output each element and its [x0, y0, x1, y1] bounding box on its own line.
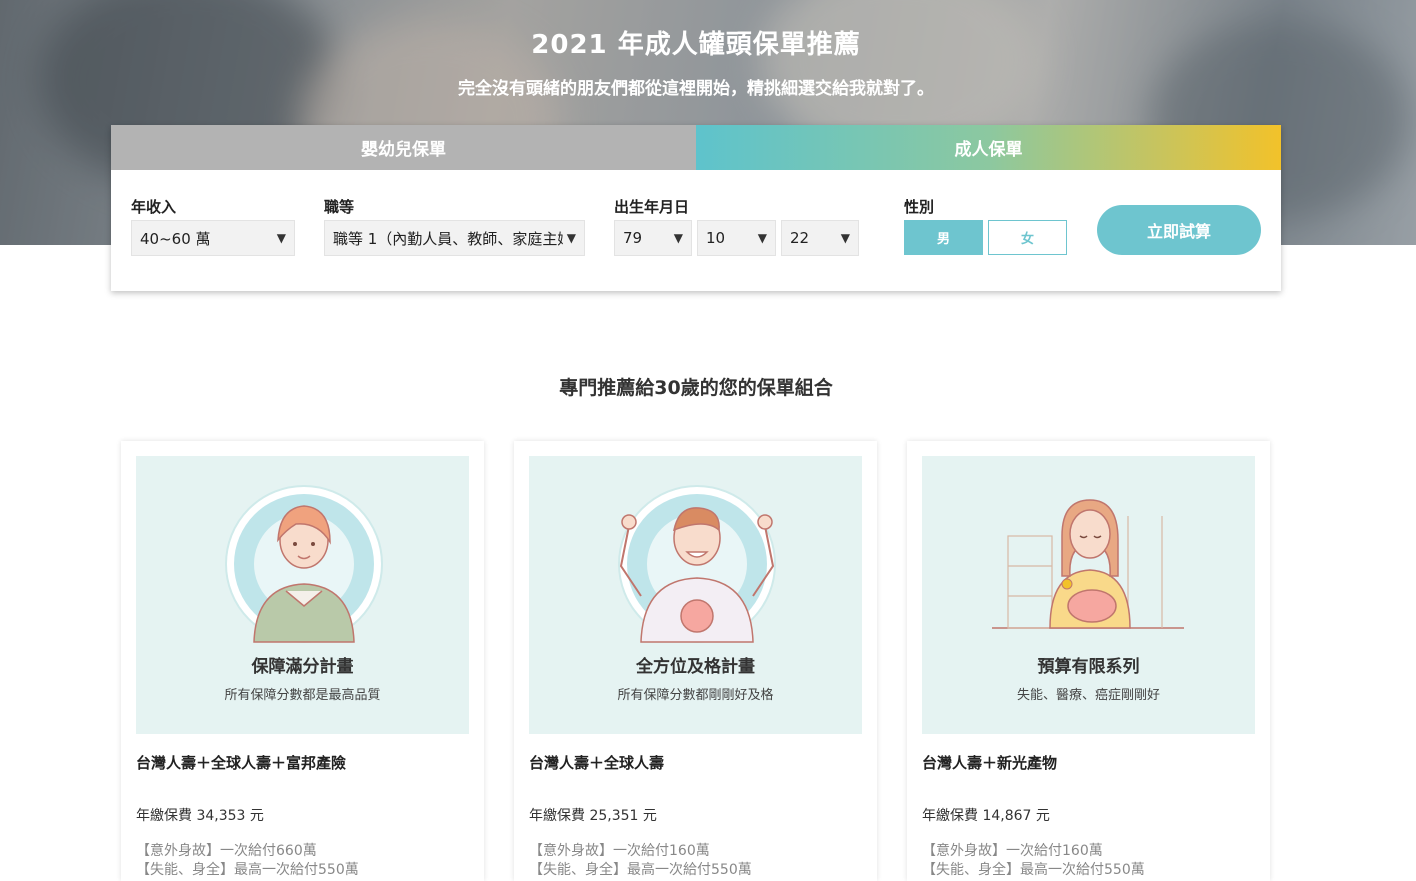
insurer-combo: 台灣人壽＋新光產物	[922, 754, 1058, 772]
occupation-value: 職等 1（內勤人員、教師、家庭主婦	[333, 229, 563, 248]
calculate-button[interactable]: 立即試算	[1097, 205, 1261, 255]
birth-year-value: 79	[623, 229, 643, 247]
birth-month-value: 10	[706, 229, 726, 247]
benefit-item: 【失能、身全】最高一次給付550萬	[136, 862, 359, 878]
birth-month-select[interactable]: 10 ▼	[697, 220, 776, 256]
plan-name: 保障滿分計畫	[251, 657, 354, 677]
plan-name: 預算有限系列	[1037, 657, 1140, 677]
man-cheering-icon	[618, 485, 776, 643]
birthday-label: 出生年月日	[614, 198, 690, 216]
income-value: 40~60 萬	[140, 229, 211, 248]
policy-tabs: 嬰幼兒保單 成人保單	[111, 125, 1281, 170]
plan-art: 預算有限系列 失能、醫療、癌症剛剛好	[922, 456, 1255, 734]
tab-adult-policy[interactable]: 成人保單	[696, 125, 1281, 170]
plan-name: 全方位及格計畫	[636, 657, 755, 677]
plan-description: 所有保障分數都是最高品質	[224, 688, 381, 703]
income-select[interactable]: 40~60 萬 ▼	[131, 220, 295, 256]
benefit-item: 【意外身故】一次給付660萬	[136, 843, 317, 859]
plan-art: 保障滿分計畫 所有保障分數都是最高品質	[136, 456, 469, 734]
birth-day-value: 22	[790, 229, 810, 247]
gender-label: 性別	[904, 198, 935, 216]
benefit-item: 【意外身故】一次給付160萬	[922, 843, 1103, 859]
section-title: 專門推薦給30歲的您的保單組合	[559, 377, 833, 399]
annual-premium: 年繳保費 25,351 元	[529, 808, 657, 824]
benefit-item: 【意外身故】一次給付160萬	[529, 843, 710, 859]
chevron-down-icon: ▼	[840, 231, 850, 245]
occupation-select[interactable]: 職等 1（內勤人員、教師、家庭主婦 ▼	[324, 220, 585, 256]
benefit-item: 【失能、身全】最高一次給付550萬	[922, 862, 1145, 878]
chevron-down-icon: ▼	[276, 231, 286, 245]
birth-year-select[interactable]: 79 ▼	[614, 220, 692, 256]
plan-card[interactable]: 保障滿分計畫 所有保障分數都是最高品質 台灣人壽＋全球人壽＋富邦產險 年繳保費 …	[121, 441, 484, 881]
woman-piggy-bank-icon	[992, 499, 1184, 629]
plan-description: 失能、醫療、癌症剛剛好	[1016, 688, 1160, 703]
annual-premium: 年繳保費 34,353 元	[136, 808, 264, 824]
gender-female-button[interactable]: 女	[988, 220, 1067, 255]
page-title: 2021 年成人罐頭保單推薦	[531, 30, 861, 60]
plan-art: 全方位及格計畫 所有保障分數都剛剛好及格	[529, 456, 862, 734]
gender-male-button[interactable]: 男	[904, 220, 983, 255]
calculator-panel: 嬰幼兒保單 成人保單 年收入 40~60 萬 ▼ 職等 職等 1（內勤人員、教師…	[111, 125, 1281, 291]
plan-card[interactable]: 預算有限系列 失能、醫療、癌症剛剛好 台灣人壽＋新光產物 年繳保費 14,867…	[907, 441, 1270, 881]
birth-day-select[interactable]: 22 ▼	[781, 220, 859, 256]
tab-baby-policy[interactable]: 嬰幼兒保單	[111, 125, 696, 170]
page-subtitle: 完全沒有頭緒的朋友們都從這裡開始，精挑細選交給我就對了。	[458, 79, 934, 99]
insurer-combo: 台灣人壽＋全球人壽	[529, 754, 665, 772]
plan-description: 所有保障分數都剛剛好及格	[617, 688, 774, 703]
plan-card[interactable]: 全方位及格計畫 所有保障分數都剛剛好及格 台灣人壽＋全球人壽 年繳保費 25,3…	[514, 441, 877, 881]
chevron-down-icon: ▼	[757, 231, 767, 245]
woman-with-backpack-icon	[225, 485, 383, 643]
occupation-label: 職等	[324, 198, 355, 216]
benefit-item: 【失能、身全】最高一次給付550萬	[529, 862, 752, 878]
insurer-combo: 台灣人壽＋全球人壽＋富邦產險	[136, 754, 347, 772]
income-label: 年收入	[131, 198, 177, 216]
annual-premium: 年繳保費 14,867 元	[922, 808, 1050, 824]
chevron-down-icon: ▼	[673, 231, 683, 245]
chevron-down-icon: ▼	[566, 231, 576, 245]
